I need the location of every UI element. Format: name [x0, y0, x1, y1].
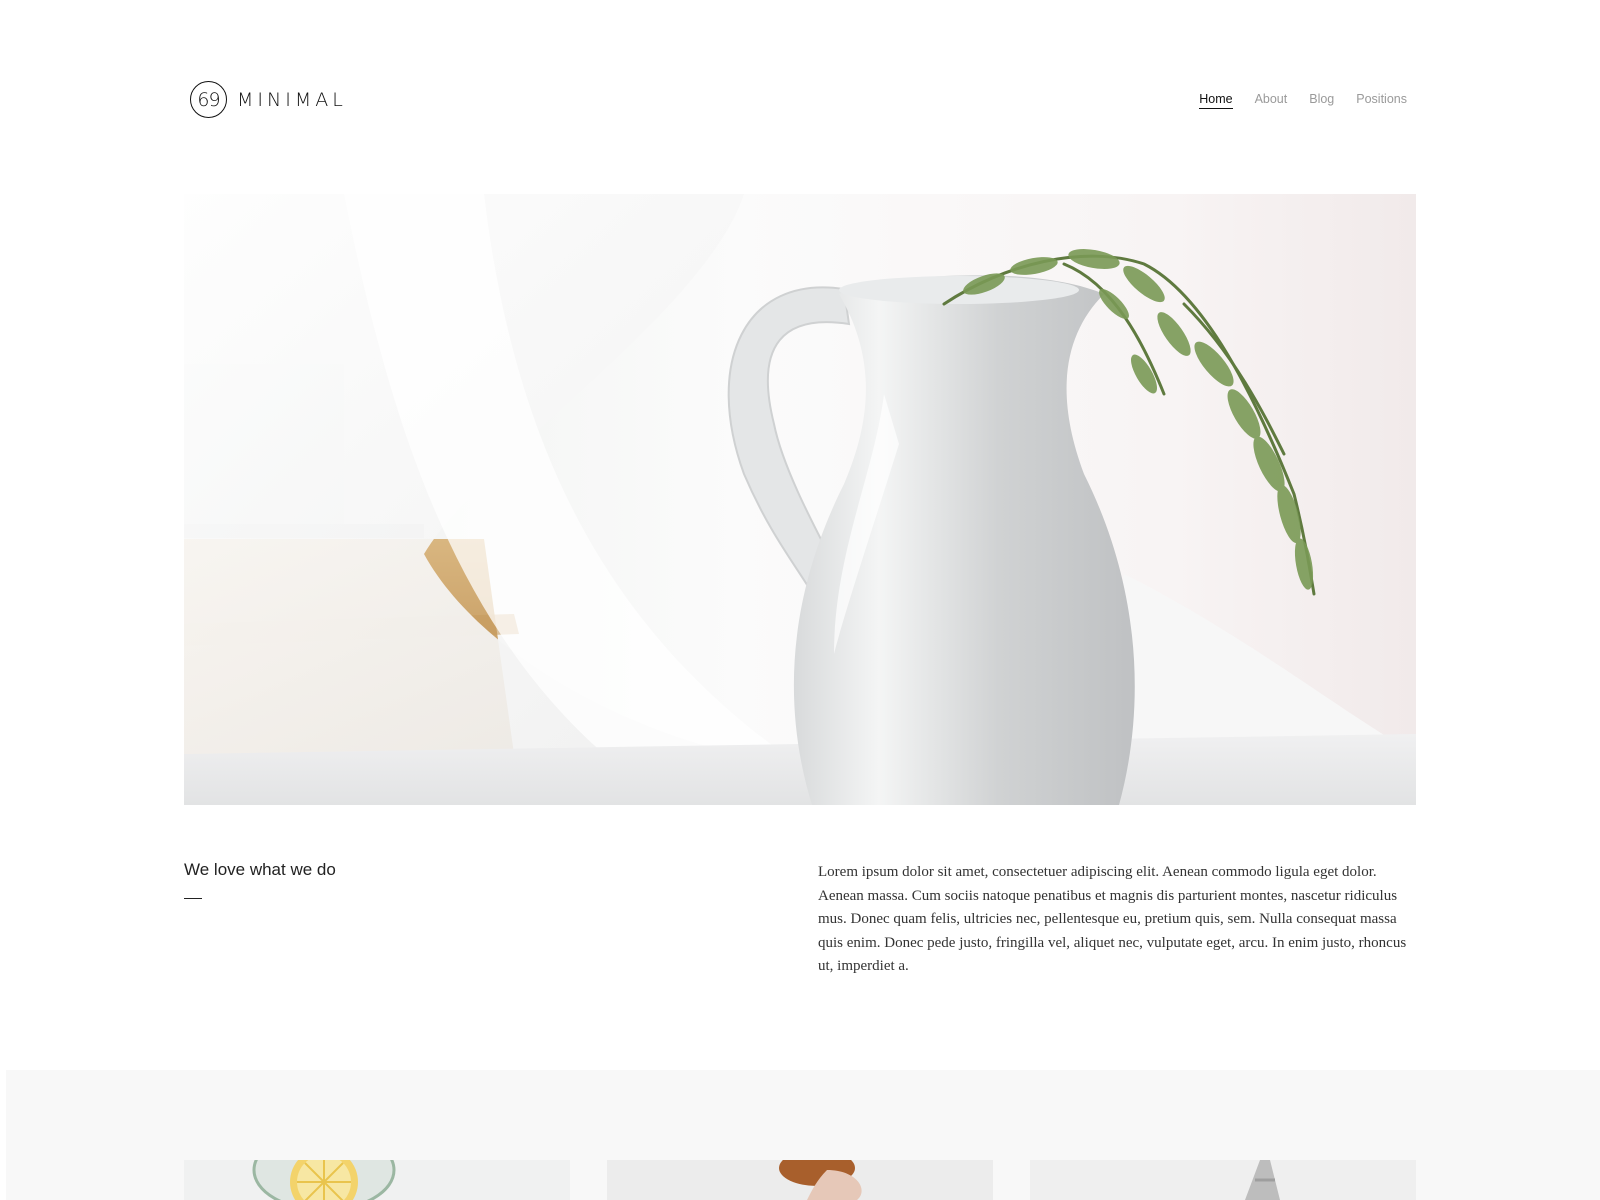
- gallery-thumb-lemon[interactable]: [184, 1160, 570, 1200]
- intro-title: We love what we do: [184, 860, 336, 879]
- intro-divider: [184, 898, 202, 899]
- nav-item-home[interactable]: Home: [1199, 92, 1233, 109]
- gallery-thumb-portrait[interactable]: [607, 1160, 993, 1200]
- nav-item-blog[interactable]: Blog: [1309, 92, 1334, 109]
- logo-text: MINIMAL: [237, 88, 347, 111]
- logo-mark: 69: [190, 81, 227, 118]
- intro-body: Lorem ipsum dolor sit amet, consectetuer…: [818, 864, 1407, 974]
- nav-item-positions[interactable]: Positions: [1356, 92, 1407, 109]
- main-nav: Home About Blog Positions: [1199, 92, 1407, 109]
- hero-image: [184, 194, 1416, 805]
- logo[interactable]: 69 MINIMAL: [190, 81, 347, 118]
- gallery-thumb-decor[interactable]: [1030, 1160, 1416, 1200]
- nav-item-about[interactable]: About: [1255, 92, 1288, 109]
